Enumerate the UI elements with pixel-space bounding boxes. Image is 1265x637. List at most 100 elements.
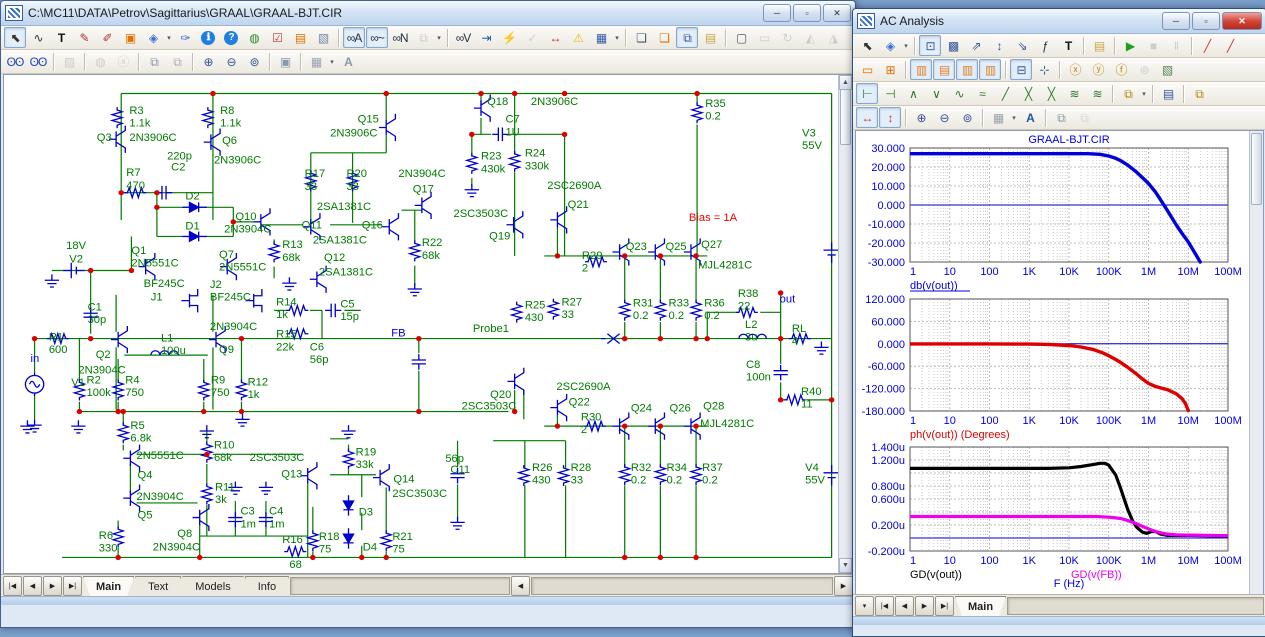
- reduce-data-points-2-icon[interactable]: ╱: [1219, 35, 1241, 56]
- scroll-down-icon[interactable]: ▼: [839, 558, 852, 573]
- text-page-icon[interactable]: ❏: [653, 27, 675, 48]
- font-button-icon[interactable]: A: [337, 51, 359, 72]
- x-axis-settings-icon[interactable]: ⓧ: [1064, 59, 1086, 80]
- plot-area[interactable]: 30.00020.00010.0000.000-10.000-20.000-30…: [855, 130, 1264, 594]
- select-region-icon[interactable]: ▢: [730, 27, 752, 48]
- tab-models[interactable]: Models: [182, 576, 243, 596]
- copy-picture-dropdown-icon[interactable]: ▾: [435, 34, 443, 42]
- components[interactable]: [20, 94, 839, 556]
- wire-mode-icon[interactable]: ∿: [27, 27, 49, 48]
- crosshair-mode-icon[interactable]: ⊹: [1033, 59, 1055, 80]
- show-power-icon[interactable]: ⚡: [498, 27, 520, 48]
- analysis-minimize-button[interactable]: ─: [1162, 12, 1190, 30]
- schematic-titlebar[interactable]: C:\MC11\DATA\Petrov\Sagittarius\GRAAL\GR…: [1, 1, 855, 26]
- view-options-dropdown-icon[interactable]: ▾: [1010, 114, 1018, 122]
- show-node-voltages-icon[interactable]: ∞V: [452, 27, 474, 48]
- single-plot-icon[interactable]: ⊟: [1010, 59, 1032, 80]
- component-picker-icon[interactable]: ◈: [142, 27, 164, 48]
- plot-layout-3-icon[interactable]: ▥: [956, 59, 978, 80]
- maximize-button[interactable]: ▫: [793, 4, 821, 22]
- select-tool-icon[interactable]: ⬉: [856, 35, 878, 56]
- show-attribute-text-icon[interactable]: ∞A: [343, 27, 365, 48]
- y-axis-settings-icon[interactable]: ⓨ: [1087, 59, 1109, 80]
- component-sheet-icon[interactable]: ▤: [289, 27, 311, 48]
- legend-db(v(out))[interactable]: db(v(out)): [910, 280, 958, 292]
- doc-edit-icon[interactable]: ▧: [312, 27, 334, 48]
- vscroll-thumb[interactable]: [840, 89, 851, 145]
- component-picker-icon[interactable]: ◈: [879, 35, 901, 56]
- scale-vertical-icon[interactable]: ↕: [988, 35, 1010, 56]
- show-attribute-wave-icon[interactable]: ∞~: [366, 27, 388, 48]
- plot-vscroll-thumb[interactable]: [1251, 133, 1262, 205]
- zoom-100-icon[interactable]: ⊚: [956, 107, 978, 128]
- font-button-icon[interactable]: A: [1019, 107, 1041, 128]
- last-tab-button[interactable]: ▶|: [63, 576, 82, 596]
- scale-diagonal-icon[interactable]: ⇗: [965, 35, 987, 56]
- plot-layout-1-icon[interactable]: ▥: [910, 59, 932, 80]
- analysis-titlebar[interactable]: AC Analysis ─ ▫ ✕: [853, 9, 1265, 34]
- envelope-bottom-icon[interactable]: ≋: [1086, 83, 1108, 104]
- first-tab-button[interactable]: |◀: [875, 596, 894, 616]
- show-pin-connections-icon[interactable]: ↔: [544, 27, 566, 48]
- first-tab-button[interactable]: |◀: [3, 576, 22, 596]
- send-to-back-icon[interactable]: ⧉: [166, 51, 188, 72]
- go-to-crossing-2-icon[interactable]: ╳: [1040, 83, 1062, 104]
- scale-mode-icon[interactable]: ⊡: [919, 35, 941, 56]
- last-tab-button[interactable]: ▶|: [935, 596, 954, 616]
- tab-info[interactable]: Info: [245, 576, 289, 596]
- point-tag-icon[interactable]: ⇘: [1011, 35, 1033, 56]
- plot-layout-4-icon[interactable]: ▥: [979, 59, 1001, 80]
- find-next-icon[interactable]: ʘʘ: [27, 51, 49, 72]
- zoom-out-icon[interactable]: ⊖: [220, 51, 242, 72]
- link-mode-icon[interactable]: ⧉: [676, 27, 698, 48]
- text-mode-icon[interactable]: T: [1057, 35, 1079, 56]
- grid-toggle-icon[interactable]: ▦: [590, 27, 612, 48]
- properties-button-icon[interactable]: ▤: [1088, 35, 1110, 56]
- scroll-up-icon[interactable]: ▲: [839, 75, 852, 90]
- new-page-icon[interactable]: ❏: [630, 27, 652, 48]
- prev-tab-button[interactable]: ◀: [895, 596, 914, 616]
- tab-main[interactable]: Main: [83, 576, 134, 596]
- prev-tab-button[interactable]: ◀: [23, 576, 42, 596]
- analysis-close-button[interactable]: ✕: [1222, 12, 1262, 30]
- show-currents-icon[interactable]: ⇥: [475, 27, 497, 48]
- schematic-canvas[interactable]: R31.1kR81.1kQ32N3906CQ6220pC22N3906CR747…: [3, 74, 853, 574]
- tab-text[interactable]: Text: [135, 576, 181, 596]
- vertical-cursor-icon[interactable]: ↕: [879, 107, 901, 128]
- flag-tool-icon[interactable]: ✑: [174, 27, 196, 48]
- view-options-icon[interactable]: ▦: [305, 51, 327, 72]
- go-to-low-icon[interactable]: ≈: [971, 83, 993, 104]
- plot-layout-2-icon[interactable]: ▤: [933, 59, 955, 80]
- clipboard-values-icon[interactable]: ⧉: [1188, 83, 1210, 104]
- bus-tool-icon[interactable]: ▣: [119, 27, 141, 48]
- fx-settings-icon[interactable]: ⓕ: [1110, 59, 1132, 80]
- hscroll-right-icon[interactable]: ▶: [834, 576, 853, 596]
- legend-ph(v(out)) (Degrees)[interactable]: ph(v(out)) (Degrees): [910, 429, 1010, 441]
- component-picker-dropdown-icon[interactable]: ▾: [165, 34, 173, 42]
- clipboard-copy-icon[interactable]: ⧉: [1117, 83, 1139, 104]
- tab-list-dropdown[interactable]: ▾: [855, 596, 874, 616]
- cursor-left-icon[interactable]: ⊢: [856, 83, 878, 104]
- plot-3[interactable]: 1.400u1.200u0.800u0.600u0.200u-0.200u110…: [856, 441, 1264, 593]
- zoom-in-icon[interactable]: ⊕: [197, 51, 219, 72]
- cursor-mode-icon[interactable]: ▩: [942, 35, 964, 56]
- component-picker-dropdown-icon[interactable]: ▾: [902, 42, 910, 50]
- component-labels[interactable]: R31.1kR81.1kQ32N3906CQ6220pC22N3906CR747…: [31, 96, 826, 571]
- plot-1[interactable]: 30.00020.00010.0000.000-10.000-20.000-30…: [856, 131, 1264, 293]
- hscroll-left-icon[interactable]: ◀: [511, 576, 530, 596]
- find-button-icon[interactable]: ʘʘ: [4, 51, 26, 72]
- plot-2[interactable]: 120.00060.0000.000-60.000-120.000-180.00…: [856, 293, 1264, 441]
- zoom-out-icon[interactable]: ⊖: [933, 107, 955, 128]
- text-mode-icon[interactable]: T: [50, 27, 72, 48]
- cursor-right-icon[interactable]: ⊣: [879, 83, 901, 104]
- polygon-tool-icon[interactable]: ✐: [96, 27, 118, 48]
- close-button[interactable]: ✕: [823, 4, 851, 22]
- cascade-1-icon[interactable]: ⧉: [1050, 107, 1072, 128]
- zoom-100-icon[interactable]: ⊚: [243, 51, 265, 72]
- plot-vscrollbar[interactable]: [1249, 131, 1263, 594]
- grid-toggle-dropdown-icon[interactable]: ▾: [613, 34, 621, 42]
- schematic-vscrollbar[interactable]: ▲ ▼: [838, 75, 852, 573]
- legend-GD(v(out))[interactable]: GD(v(out)): [910, 569, 962, 581]
- run-button-icon[interactable]: ▶: [1119, 35, 1141, 56]
- hscroll-track-2[interactable]: [531, 577, 833, 595]
